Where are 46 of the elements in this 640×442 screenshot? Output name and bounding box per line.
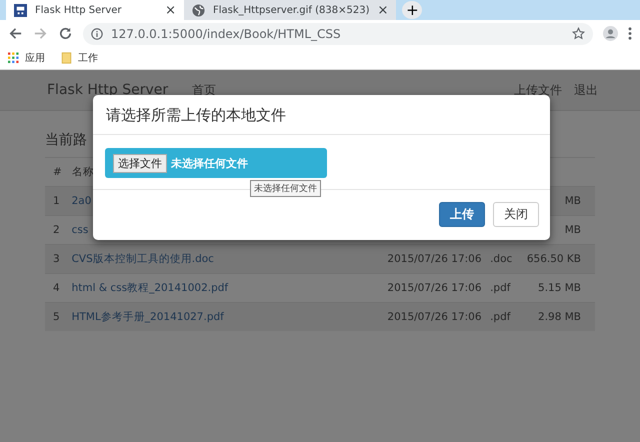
column-header: 名称 xyxy=(72,165,95,179)
table-cell-text: 5.15 MB xyxy=(537,282,582,294)
table-cell-text: MB xyxy=(564,195,582,207)
table-cell-text: 2015/07/26 17:06 xyxy=(387,311,483,323)
browser-tab[interactable]: Flask_Httpserver.gif (838×523) × xyxy=(184,0,396,20)
table-cell-text: 2015/07/26 17:06 xyxy=(387,282,483,294)
table-cell-text: .pdf xyxy=(490,311,512,323)
table-cell-text: 2 xyxy=(52,224,61,236)
table-cell-text: .pdf xyxy=(490,282,512,294)
table-cell-text: 2.98 MB xyxy=(537,311,582,323)
bookmark[interactable]: 工作 xyxy=(61,51,98,65)
browser-tab[interactable]: Flask Http Server × xyxy=(6,0,184,20)
table-cell-text: 1 xyxy=(52,195,61,207)
file-input[interactable]: 选择文件 未选择任何文件 xyxy=(105,148,327,178)
address-bar[interactable]: 127.0.0.1:5000/index/Book/HTML_CSS xyxy=(83,22,593,44)
tab-title: Flask_Httpserver.gif (838×523) xyxy=(213,4,370,16)
table-cell-text: 3 xyxy=(52,253,61,265)
globe-icon xyxy=(192,4,205,16)
file-status: 未选择任何文件 xyxy=(171,156,248,170)
star-icon[interactable] xyxy=(572,27,585,40)
profile-icon[interactable] xyxy=(603,26,618,41)
table-cell-text: 656.50 KB xyxy=(526,253,582,265)
table-cell-text: 4 xyxy=(52,282,61,294)
reload-icon[interactable] xyxy=(58,26,73,41)
tab-title: Flask Http Server xyxy=(35,4,123,16)
bookmark[interactable]: 应用 xyxy=(8,51,45,65)
new-tab-button[interactable]: + xyxy=(402,1,422,19)
table-cell-text: 5 xyxy=(52,311,61,323)
choose-file-button[interactable]: 选择文件 xyxy=(113,154,167,172)
dialog-title: 请选择所需上传的本地文件 xyxy=(93,95,550,135)
back-icon[interactable] xyxy=(8,26,23,41)
menu-icon[interactable] xyxy=(628,26,632,41)
close-icon[interactable]: × xyxy=(377,2,388,18)
table-cell-text: .doc xyxy=(490,253,514,265)
table-cell-text: MB xyxy=(564,224,582,236)
table-cell-text: 2015/07/26 17:06 xyxy=(387,253,483,265)
folder-icon xyxy=(61,52,72,64)
apps-icon xyxy=(8,52,19,64)
upload-button[interactable]: 上传 xyxy=(439,202,485,227)
path-heading: 当前路 xyxy=(45,131,88,149)
close-button[interactable]: 关闭 xyxy=(493,202,539,227)
tooltip: 未选择任何文件 xyxy=(250,180,321,197)
close-icon[interactable]: × xyxy=(165,2,176,18)
info-icon xyxy=(91,28,103,40)
site-icon xyxy=(14,4,27,16)
column-header: # xyxy=(52,166,63,178)
